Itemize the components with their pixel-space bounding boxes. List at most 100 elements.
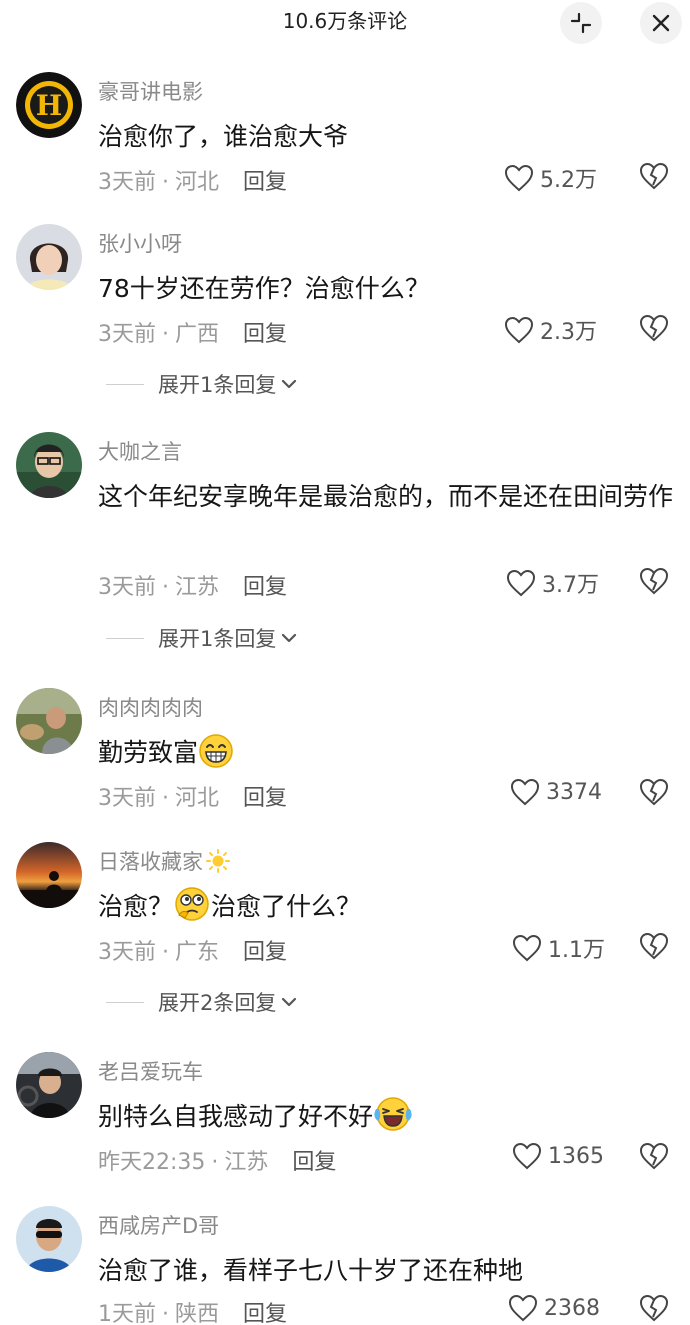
- broken-heart-icon: [639, 1142, 669, 1170]
- username[interactable]: 老吕爱玩车: [98, 1056, 203, 1086]
- comment-location: 河北: [175, 786, 220, 811]
- avatar[interactable]: [16, 842, 82, 908]
- expand-replies-button[interactable]: 展开2条回复: [106, 987, 298, 1017]
- dislike-button[interactable]: [639, 1294, 669, 1325]
- heart-icon: [506, 569, 536, 597]
- divider-line: [106, 383, 144, 385]
- reply-button[interactable]: 回复: [243, 322, 287, 347]
- chevron-down-icon: [282, 997, 297, 1007]
- dislike-button[interactable]: [639, 932, 669, 964]
- like-count: 1365: [548, 1143, 604, 1169]
- chevron-down-icon: [282, 379, 297, 389]
- comment-meta: 昨天22:35 · 江苏 回复: [98, 1150, 337, 1175]
- username[interactable]: 豪哥讲电影: [98, 76, 203, 106]
- comments-header: 10.6万条评论: [0, 0, 690, 50]
- reply-button[interactable]: 回复: [243, 786, 287, 811]
- expand-replies-label: 展开1条回复: [158, 373, 277, 397]
- dislike-button[interactable]: [639, 162, 669, 194]
- like-button[interactable]: 2368: [508, 1294, 600, 1322]
- username[interactable]: 日落收藏家: [98, 846, 231, 876]
- reply-button[interactable]: 回复: [243, 940, 287, 965]
- dislike-button[interactable]: [639, 1142, 669, 1174]
- grin-emoji-icon: [199, 734, 233, 768]
- comment-location: 广东: [175, 940, 220, 965]
- reply-button[interactable]: 回复: [243, 575, 287, 600]
- like-count: 2368: [544, 1295, 600, 1321]
- username[interactable]: 大咖之言: [98, 436, 182, 466]
- heart-icon: [504, 164, 534, 192]
- like-button[interactable]: 1.1万: [512, 932, 605, 964]
- like-button[interactable]: 1365: [512, 1142, 604, 1170]
- reply-button[interactable]: 回复: [292, 1150, 336, 1175]
- like-button[interactable]: 3374: [510, 778, 602, 806]
- avatar[interactable]: [16, 1052, 82, 1118]
- broken-heart-icon: [639, 778, 669, 806]
- comment-time: 3天前: [98, 170, 156, 195]
- comment-location: 广西: [175, 322, 220, 347]
- broken-heart-icon: [639, 314, 669, 342]
- comment-time: 3天前: [98, 575, 156, 600]
- close-button[interactable]: [640, 2, 682, 44]
- broken-heart-icon: [639, 1294, 669, 1322]
- laughing-crying-emoji-icon: [374, 1097, 412, 1131]
- comment-text: 治愈？ 治愈了什么？: [98, 884, 678, 929]
- like-count: 1.1万: [548, 938, 605, 963]
- heart-icon: [508, 1294, 538, 1322]
- comment-text: 78十岁还在劳作？治愈什么？: [98, 274, 430, 303]
- comment-meta: 3天前 · 河北 回复: [98, 170, 288, 195]
- comment-text: 别特么自我感动了好不好: [98, 1094, 678, 1139]
- comment-meta: 1天前 · 陕西 回复: [98, 1302, 288, 1325]
- comment-time: 3天前: [98, 322, 156, 347]
- divider-line: [106, 1001, 144, 1003]
- divider-line: [106, 637, 144, 639]
- close-icon: [652, 14, 670, 32]
- collapse-button[interactable]: [560, 2, 602, 44]
- comment-text: 治愈你了，谁治愈大爷: [98, 122, 349, 151]
- like-count: 5.2万: [540, 168, 597, 193]
- heart-icon: [504, 316, 534, 344]
- avatar[interactable]: [16, 1206, 82, 1272]
- like-button[interactable]: 2.3万: [504, 314, 597, 346]
- comment-meta: 3天前 · 广西 回复: [98, 322, 288, 347]
- thinking-emoji-icon: [175, 887, 209, 921]
- avatar[interactable]: [16, 688, 82, 754]
- comment-time: 3天前: [98, 940, 156, 965]
- comment-location: 河北: [175, 170, 220, 195]
- chevron-down-icon: [282, 633, 297, 643]
- comment-text-content: 勤劳致富: [98, 738, 199, 767]
- expand-replies-label: 展开1条回复: [158, 627, 277, 651]
- like-count: 3374: [546, 779, 602, 805]
- comment-time: 3天前: [98, 786, 156, 811]
- username[interactable]: 西咸房产D哥: [98, 1210, 219, 1240]
- expand-replies-button[interactable]: 展开1条回复: [106, 369, 298, 399]
- username[interactable]: 肉肉肉肉肉: [98, 692, 203, 722]
- like-count: 3.7万: [542, 573, 599, 598]
- avatar[interactable]: [16, 432, 82, 498]
- avatar[interactable]: [16, 224, 82, 290]
- sun-emoji-icon: [206, 849, 230, 873]
- expand-replies-button[interactable]: 展开1条回复: [106, 623, 298, 653]
- comment-text-part-a: 治愈？: [98, 892, 174, 921]
- comment-time: 昨天22:35: [98, 1150, 206, 1175]
- username[interactable]: 张小小呀: [98, 228, 182, 258]
- comment-location: 江苏: [175, 575, 220, 600]
- comment-text: 治愈了谁，看样子七八十岁了还在种地: [98, 1256, 524, 1285]
- avatar[interactable]: H: [16, 72, 82, 138]
- svg-text:H: H: [36, 89, 62, 122]
- comment-meta: 3天前 · 江苏 回复: [98, 575, 288, 600]
- reply-button[interactable]: 回复: [243, 170, 287, 195]
- comments-panel: 10.6万条评论 H 豪哥讲电影 治愈你了，谁治愈大爷 3天前·河北回复: [0, 0, 690, 1325]
- comment-text: 这个年纪安享晚年是最治愈的，而不是还在田间劳作: [98, 482, 674, 511]
- like-button[interactable]: 3.7万: [506, 567, 599, 599]
- comment-meta: 3天前 · 广东 回复: [98, 940, 288, 965]
- heart-icon: [510, 778, 540, 806]
- dislike-button[interactable]: [639, 567, 669, 599]
- comment-location: 陕西: [175, 1302, 220, 1325]
- reply-button[interactable]: 回复: [243, 1302, 287, 1325]
- like-button[interactable]: 5.2万: [504, 162, 597, 194]
- dislike-button[interactable]: [639, 778, 669, 810]
- heart-icon: [512, 1142, 542, 1170]
- broken-heart-icon: [639, 932, 669, 960]
- collapse-icon: [570, 12, 592, 34]
- dislike-button[interactable]: [639, 314, 669, 346]
